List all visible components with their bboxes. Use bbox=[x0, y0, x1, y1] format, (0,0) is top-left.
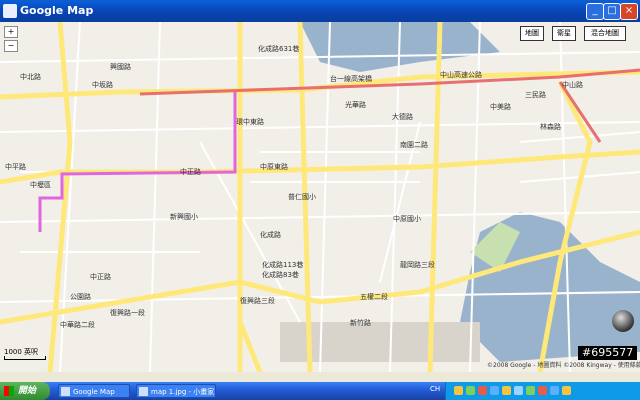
map-type-map-button[interactable]: 地圖 bbox=[520, 26, 544, 41]
tray-icon[interactable] bbox=[454, 386, 463, 395]
map-label-lane: 化成路631巷 bbox=[258, 45, 300, 53]
map-label-road: 新竹路 bbox=[350, 319, 371, 327]
map-label-road: 光華路 bbox=[345, 101, 366, 109]
map-label-road: 中正路 bbox=[180, 168, 201, 176]
zoom-control: + − bbox=[4, 26, 22, 66]
map-label-road: 中坂路 bbox=[92, 81, 113, 89]
map-label-school: 中原國小 bbox=[393, 215, 421, 223]
tray-icon[interactable] bbox=[478, 386, 487, 395]
map-label-road: 環中東路 bbox=[236, 118, 264, 126]
map-label-road: 中正路 bbox=[90, 273, 111, 281]
map-label-road: 化成路 bbox=[260, 231, 281, 239]
tray-icon[interactable] bbox=[526, 386, 535, 395]
map-tools: ? 半 bbox=[4, 364, 28, 372]
map-label-road: 興國路 bbox=[110, 63, 131, 71]
map-label-road: 公園路 bbox=[70, 293, 91, 301]
app-icon bbox=[61, 387, 70, 396]
minimize-button[interactable]: _ bbox=[586, 3, 604, 20]
tray-icon[interactable] bbox=[538, 386, 547, 395]
map-label-road: 復興路一段 bbox=[110, 309, 145, 317]
taskbar-item-paint[interactable]: map 1.jpg - 小畫家 bbox=[136, 384, 216, 398]
start-button[interactable]: 開始 bbox=[0, 382, 50, 400]
tray-icon[interactable] bbox=[562, 386, 571, 395]
zoom-in-button[interactable]: + bbox=[4, 26, 18, 38]
window-title: Google Map bbox=[20, 4, 94, 17]
system-tray bbox=[445, 382, 640, 400]
map-canvas[interactable]: + − 地圖 衛星 混合地圖 台一線高架橋 中山高速公路 中正路 中原東路 環中… bbox=[0, 22, 640, 372]
map-label-road: 南園二路 bbox=[400, 141, 428, 149]
maximize-button[interactable]: □ bbox=[603, 3, 621, 20]
map-label-school: 新興國小 bbox=[170, 213, 198, 221]
map-label-road: 三民路 bbox=[525, 91, 546, 99]
map-label-highway-2: 中山高速公路 bbox=[440, 71, 482, 79]
map-label-road: 林森路 bbox=[540, 123, 561, 131]
tray-icon[interactable] bbox=[514, 386, 523, 395]
map-label-road: 中山路 bbox=[562, 81, 583, 89]
map-label-road: 中北路 bbox=[20, 73, 41, 81]
map-label-highway: 台一線高架橋 bbox=[330, 75, 372, 83]
map-type-hybrid-button[interactable]: 混合地圖 bbox=[584, 26, 626, 41]
map-label-lane: 化成路83巷 bbox=[262, 271, 299, 279]
close-button[interactable]: × bbox=[620, 3, 638, 20]
taskbar-item-google-map[interactable]: Google Map bbox=[58, 384, 130, 398]
scale-bar bbox=[4, 356, 46, 360]
map-label-road: 中華路二段 bbox=[60, 321, 95, 329]
tray-icon[interactable] bbox=[550, 386, 559, 395]
tray-icon[interactable] bbox=[490, 386, 499, 395]
map-label-lane: 化成路113巷 bbox=[262, 261, 304, 269]
map-label-road: 大德路 bbox=[392, 113, 413, 121]
task-label: Google Map bbox=[73, 388, 115, 396]
zoom-out-button[interactable]: − bbox=[4, 40, 18, 52]
map-label-road: 中原東路 bbox=[260, 163, 288, 171]
window-title-bar[interactable]: Google Map _ □ × bbox=[0, 0, 640, 22]
map-label-school: 普仁國小 bbox=[288, 193, 316, 201]
task-label: map 1.jpg - 小畫家 bbox=[151, 388, 215, 396]
map-label-road: 中平路 bbox=[5, 163, 26, 171]
paint-icon bbox=[139, 387, 148, 396]
windows-logo-icon bbox=[4, 386, 14, 396]
street-view-pegman-icon[interactable] bbox=[612, 310, 634, 332]
map-copyright: ©2008 Google - 地圖資料 ©2008 Kingway - 使用條款 bbox=[487, 362, 640, 369]
map-type-satellite-button[interactable]: 衛星 bbox=[552, 26, 576, 41]
language-indicator[interactable]: CH bbox=[430, 385, 440, 393]
tray-icon[interactable] bbox=[502, 386, 511, 395]
app-icon bbox=[3, 4, 17, 18]
tray-icon[interactable] bbox=[466, 386, 475, 395]
map-label-road: 復興路三段 bbox=[240, 297, 275, 305]
taskbar: 開始 Google Map map 1.jpg - 小畫家 CH bbox=[0, 382, 640, 400]
map-label-road: 五權二段 bbox=[360, 293, 388, 301]
map-label-road: 中美路 bbox=[490, 103, 511, 111]
watermark-badge: #695577 bbox=[578, 346, 638, 360]
map-label-road: 龍岡路三段 bbox=[400, 261, 435, 269]
map-roads bbox=[0, 22, 640, 372]
map-label-district: 中壢區 bbox=[30, 181, 51, 189]
start-label: 開始 bbox=[18, 386, 37, 396]
